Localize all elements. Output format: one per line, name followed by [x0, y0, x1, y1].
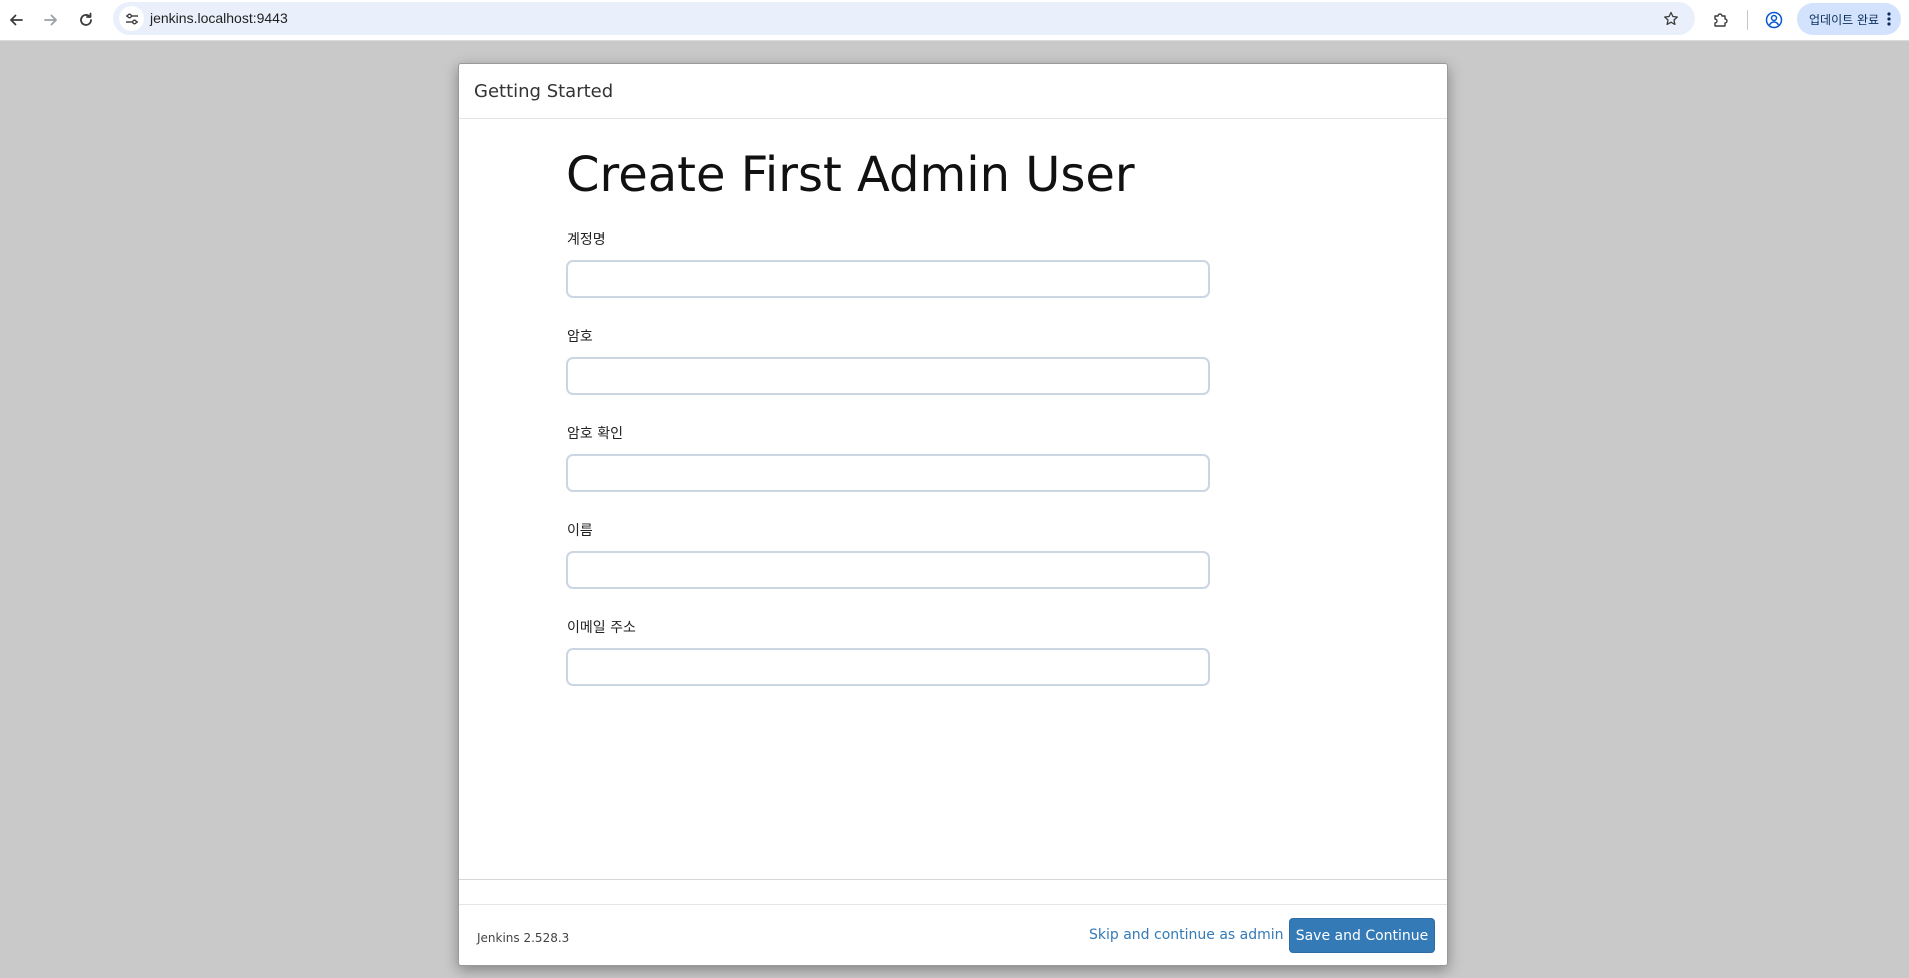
address-bar[interactable]: jenkins.localhost:9443	[113, 2, 1695, 35]
profile-button[interactable]	[1760, 6, 1788, 34]
profile-icon	[1765, 11, 1783, 29]
puzzle-icon	[1714, 13, 1728, 27]
browser-toolbar: jenkins.localhost:9443 업데이트 완료	[0, 0, 1909, 41]
full-name-input[interactable]	[566, 551, 1210, 589]
username-label: 계정명	[567, 232, 606, 248]
bookmark-button[interactable]	[1658, 6, 1683, 31]
dialog-footer: Jenkins 2.528.3 Skip and continue as adm…	[459, 904, 1447, 967]
tune-icon	[125, 13, 138, 24]
forward-button[interactable]	[37, 6, 65, 34]
confirm-password-label: 암호 확인	[567, 426, 623, 442]
content-divider	[459, 879, 1447, 880]
jenkins-version: Jenkins 2.528.3	[477, 931, 570, 945]
dialog-header: Getting Started	[459, 64, 1447, 119]
arrow-left-icon	[10, 14, 23, 26]
arrow-right-icon	[44, 14, 57, 26]
reload-button[interactable]	[72, 6, 100, 34]
setup-wizard-dialog: Getting Started Create First Admin User …	[458, 63, 1448, 966]
url-text[interactable]: jenkins.localhost:9443	[150, 10, 288, 26]
save-and-continue-button[interactable]: Save and Continue	[1289, 918, 1435, 953]
site-info-button[interactable]	[119, 6, 144, 31]
back-button[interactable]	[2, 6, 30, 34]
email-input[interactable]	[566, 648, 1210, 686]
password-label: 암호	[567, 329, 593, 345]
password-input[interactable]	[566, 357, 1210, 395]
update-label: 업데이트 완료	[1809, 12, 1880, 27]
page-title: Create First Admin User	[566, 147, 1135, 203]
full-name-label: 이름	[567, 523, 593, 539]
more-vert-icon	[1887, 12, 1891, 26]
star-icon	[1663, 11, 1678, 25]
confirm-password-input[interactable]	[566, 454, 1210, 492]
reload-icon	[80, 12, 92, 26]
email-label: 이메일 주소	[567, 620, 636, 636]
extensions-button[interactable]	[1707, 6, 1735, 34]
update-button[interactable]: 업데이트 완료	[1797, 3, 1901, 35]
username-input[interactable]	[566, 260, 1210, 298]
dialog-header-title: Getting Started	[474, 81, 614, 102]
toolbar-separator	[1747, 10, 1748, 30]
skip-and-continue-link[interactable]: Skip and continue as admin	[1089, 927, 1284, 943]
